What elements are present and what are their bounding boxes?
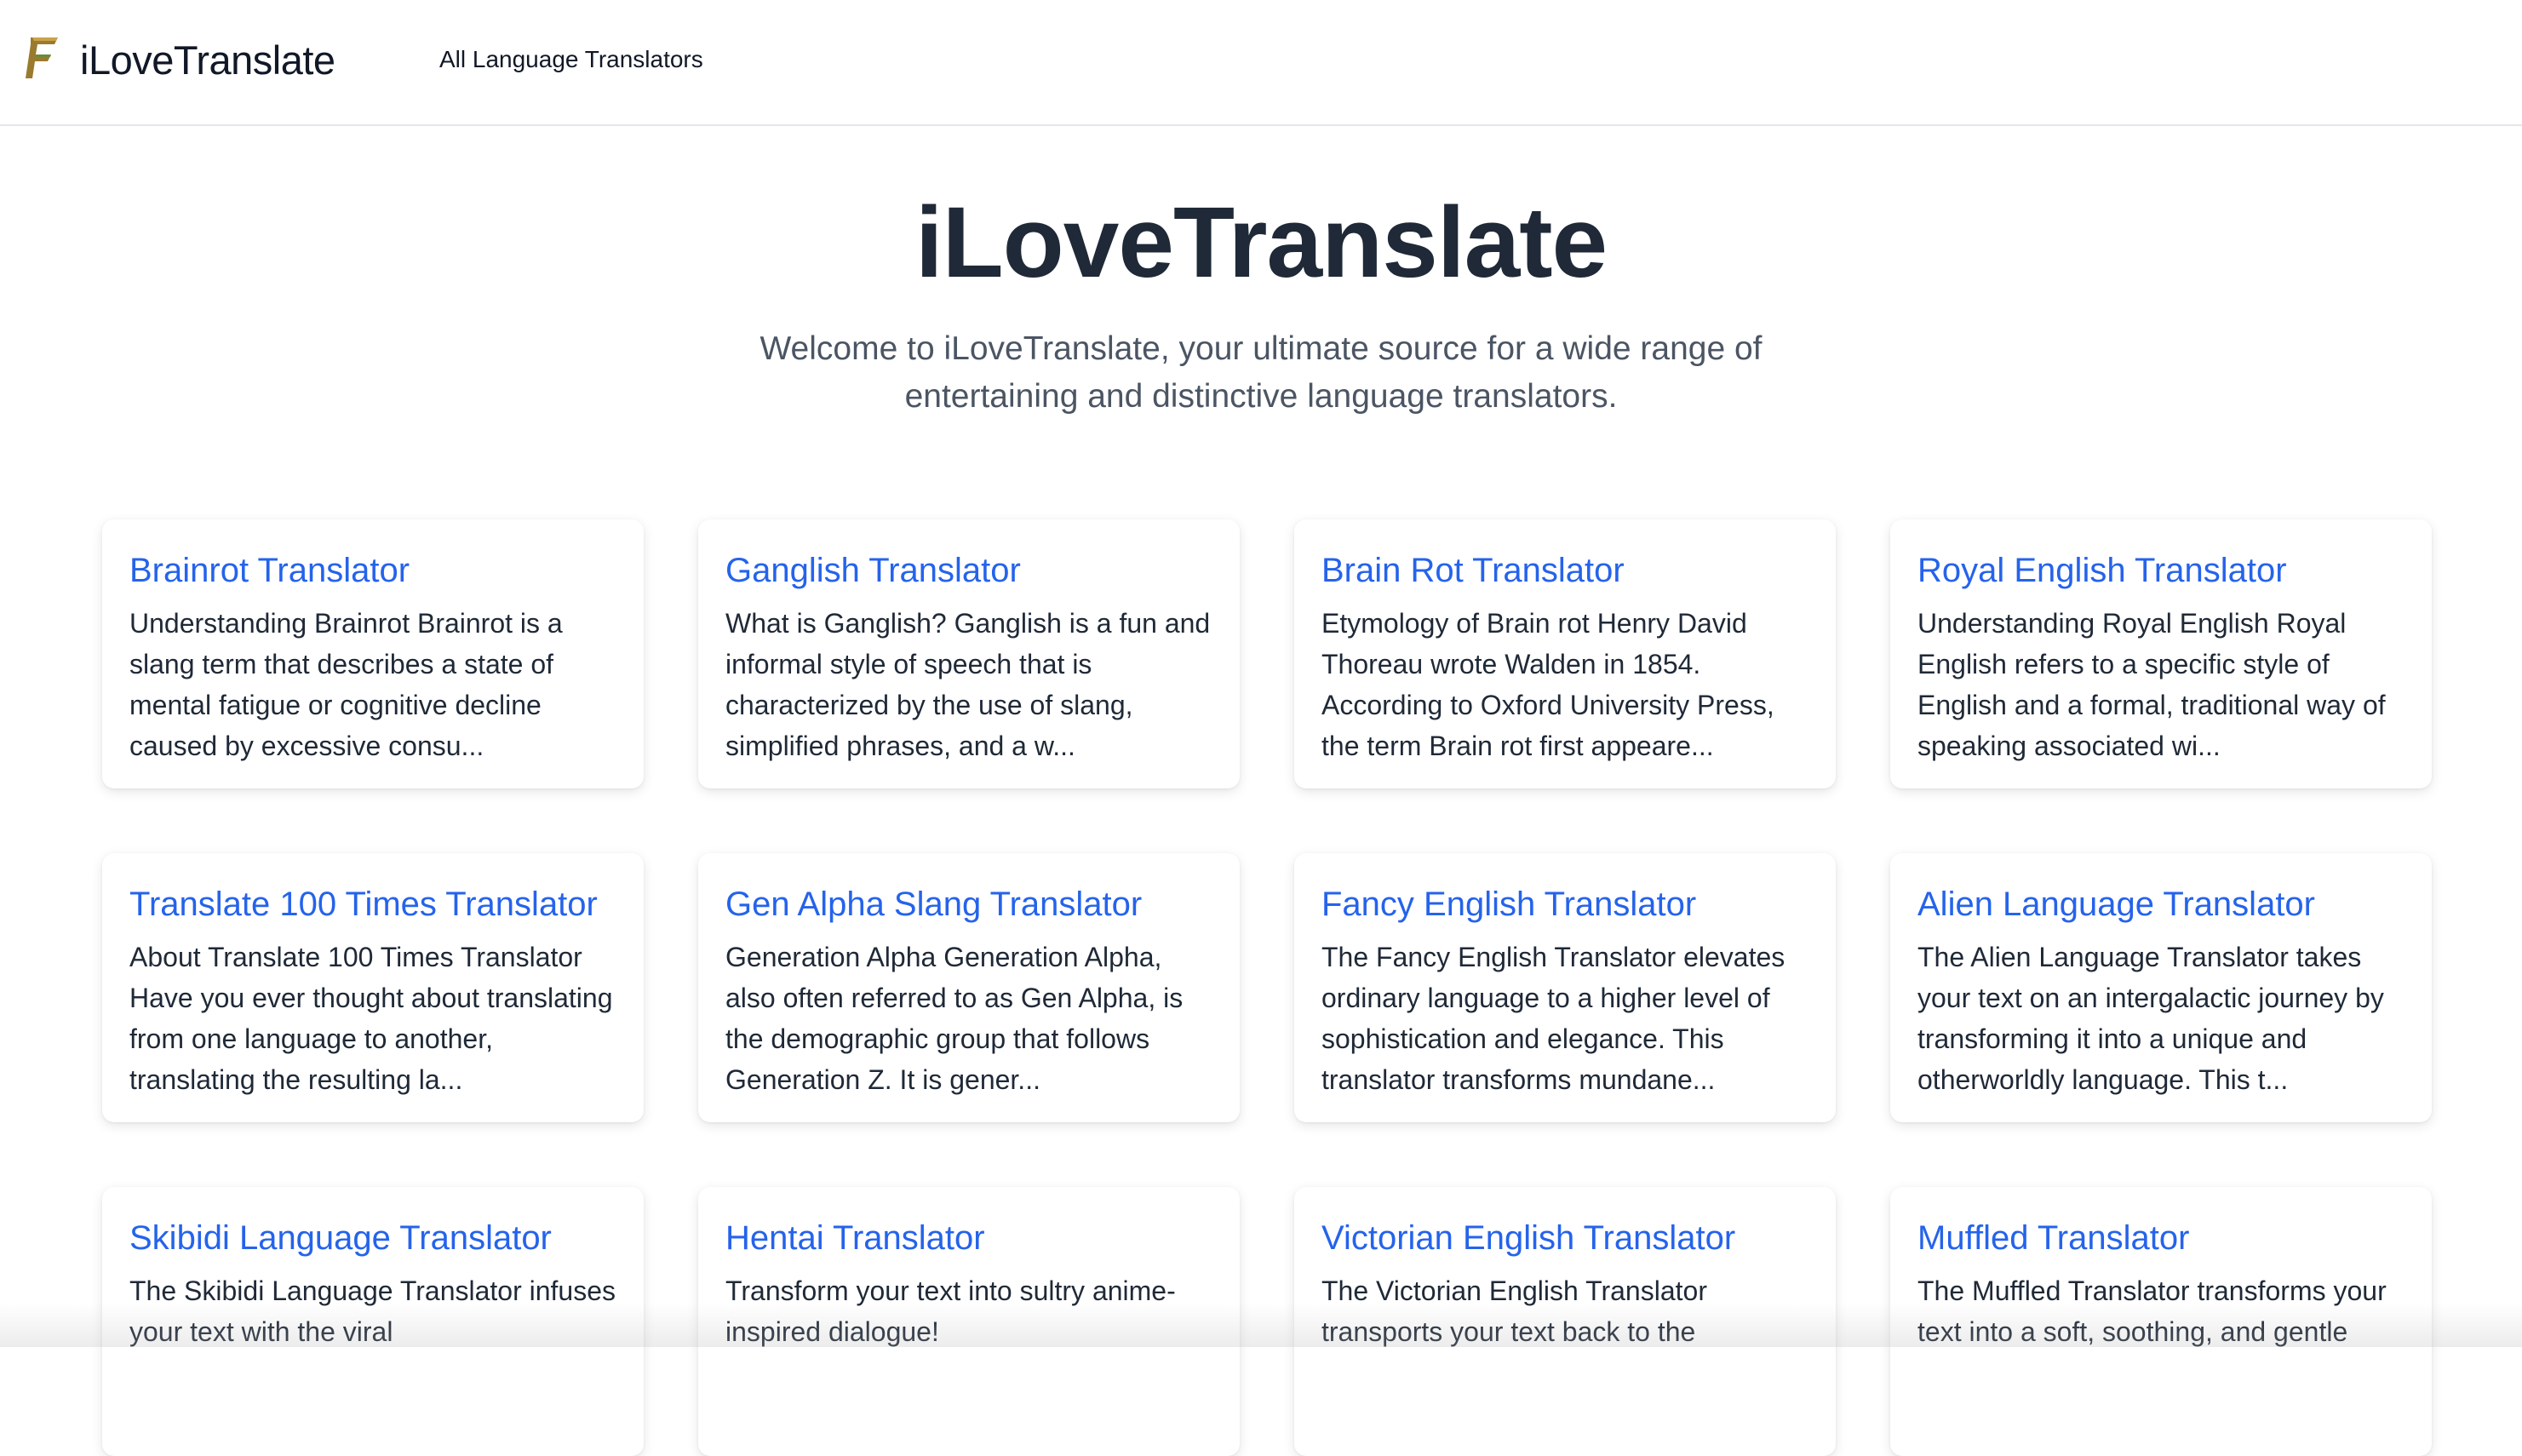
nav-all-language-translators[interactable]: All Language Translators bbox=[439, 44, 703, 75]
translator-card-title[interactable]: Fancy English Translator bbox=[1321, 882, 1808, 926]
translator-card-description: The Alien Language Translator takes your… bbox=[1917, 942, 2384, 1095]
translator-card-grid: Brainrot Translator Understanding Brainr… bbox=[102, 519, 2433, 1456]
translator-card-description: Etymology of Brain rot Henry David Thore… bbox=[1321, 608, 1774, 761]
translator-card-title[interactable]: Ganglish Translator bbox=[725, 548, 1212, 593]
translator-card-description: The Skibidi Language Translator infuses … bbox=[129, 1275, 616, 1347]
translator-card-title[interactable]: Brain Rot Translator bbox=[1321, 548, 1808, 593]
translator-card-title[interactable]: Skibidi Language Translator bbox=[129, 1216, 616, 1260]
translator-card-title[interactable]: Hentai Translator bbox=[725, 1216, 1212, 1260]
translator-card-description: What is Ganglish? Ganglish is a fun and … bbox=[725, 608, 1211, 761]
hero-section: iLoveTranslate Welcome to iLoveTranslate… bbox=[0, 179, 2522, 421]
translator-card[interactable]: Gen Alpha Slang Translator Generation Al… bbox=[698, 853, 1240, 1122]
translator-card-description: The Fancy English Translator elevates or… bbox=[1321, 942, 1785, 1095]
page-title: iLoveTranslate bbox=[914, 186, 1608, 299]
translator-card[interactable]: Muffled Translator The Muffled Translato… bbox=[1890, 1187, 2432, 1456]
translator-card[interactable]: Translate 100 Times Translator About Tra… bbox=[102, 853, 644, 1122]
top-navigation-bar: iLoveTranslate All Language Translators bbox=[0, 0, 2522, 126]
page-subtitle: Welcome to iLoveTranslate, your ultimate… bbox=[759, 330, 1763, 415]
translator-card-title[interactable]: Royal English Translator bbox=[1917, 548, 2404, 593]
brand-home-link[interactable]: iLoveTranslate bbox=[24, 32, 335, 87]
translator-card[interactable]: Hentai Translator Transform your text in… bbox=[698, 1187, 1240, 1456]
translator-card[interactable]: Brain Rot Translator Etymology of Brain … bbox=[1294, 519, 1836, 788]
translator-card[interactable]: Royal English Translator Understanding R… bbox=[1890, 519, 2432, 788]
translator-card-title[interactable]: Victorian English Translator bbox=[1321, 1216, 1808, 1260]
translator-card[interactable]: Fancy English Translator The Fancy Engli… bbox=[1294, 853, 1836, 1122]
translator-card-title[interactable]: Alien Language Translator bbox=[1917, 882, 2404, 926]
translator-card-description: Understanding Royal English Royal Englis… bbox=[1917, 608, 2386, 761]
translator-card[interactable]: Skibidi Language Translator The Skibidi … bbox=[102, 1187, 644, 1456]
translator-card-description: The Victorian English Translator transpo… bbox=[1321, 1275, 1707, 1347]
translator-card-title[interactable]: Brainrot Translator bbox=[129, 548, 616, 593]
translator-card-description: Understanding Brainrot Brainrot is a sla… bbox=[129, 608, 563, 761]
translator-card-description: Transform your text into sultry anime-in… bbox=[725, 1275, 1176, 1347]
translator-card-title[interactable]: Gen Alpha Slang Translator bbox=[725, 882, 1212, 926]
brand-name: iLoveTranslate bbox=[80, 37, 335, 83]
translator-card-description: About Translate 100 Times Translator Hav… bbox=[129, 942, 613, 1095]
translator-card[interactable]: Brainrot Translator Understanding Brainr… bbox=[102, 519, 644, 788]
stylized-f-logo-icon bbox=[24, 34, 61, 86]
translator-card[interactable]: Alien Language Translator The Alien Lang… bbox=[1890, 853, 2432, 1122]
translator-card-description: Generation Alpha Generation Alpha, also … bbox=[725, 942, 1184, 1095]
translator-card-title[interactable]: Muffled Translator bbox=[1917, 1216, 2404, 1260]
translator-card-description: The Muffled Translator transforms your t… bbox=[1917, 1275, 2387, 1347]
translator-card[interactable]: Ganglish Translator What is Ganglish? Ga… bbox=[698, 519, 1240, 788]
translator-card-title[interactable]: Translate 100 Times Translator bbox=[129, 882, 616, 926]
translator-card[interactable]: Victorian English Translator The Victori… bbox=[1294, 1187, 1836, 1456]
